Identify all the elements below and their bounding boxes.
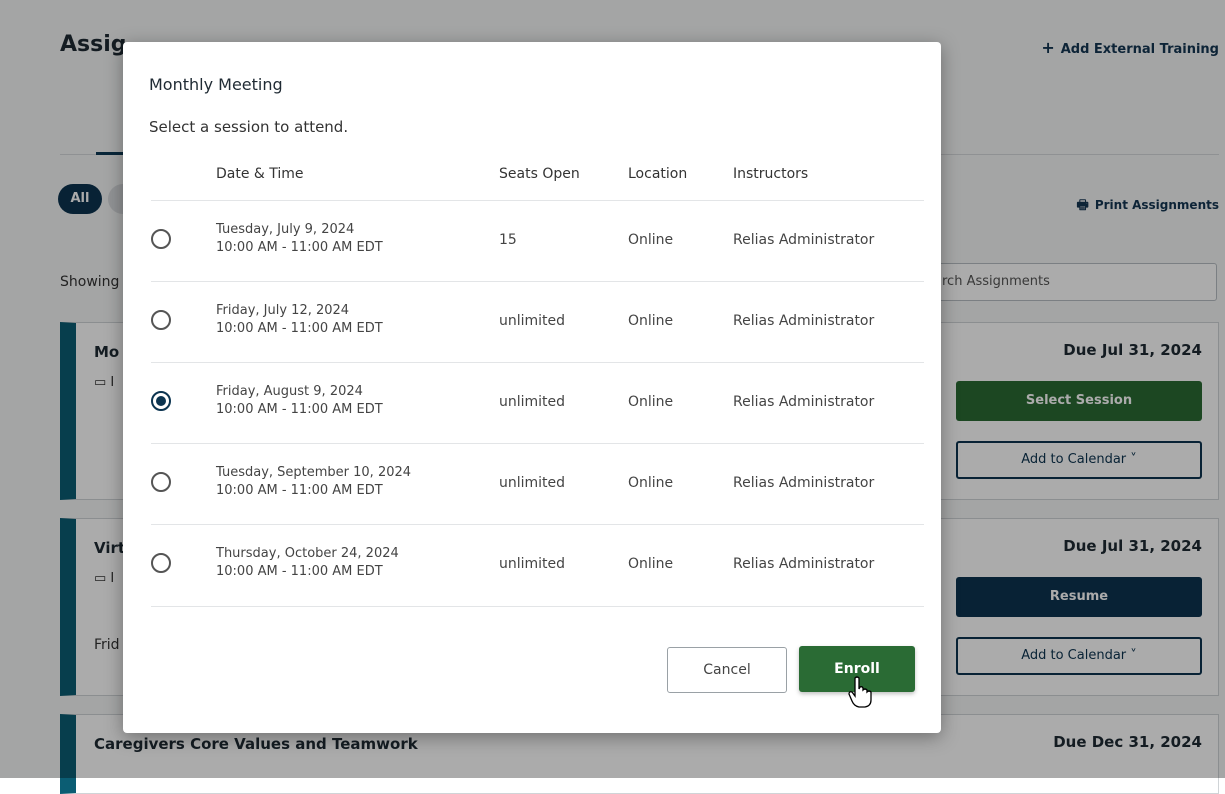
session-seats: unlimited [499,394,566,410]
session-date: Tuesday, July 9, 2024 [216,222,355,237]
session-date-time: Thursday, October 24, 2024 10:00 AM - 11:… [216,545,399,581]
session-radio[interactable] [151,553,171,573]
session-radio-selected[interactable] [151,391,171,411]
column-header-instructors: Instructors [733,166,809,182]
session-row[interactable]: Thursday, October 24, 2024 10:00 AM - 11:… [151,524,924,607]
session-instructor: Relias Administrator [733,313,875,329]
session-seats: unlimited [499,556,566,572]
session-location: Online [628,556,674,572]
session-date: Friday, August 9, 2024 [216,384,363,399]
column-header-date-time: Date & Time [216,166,304,182]
session-location: Online [628,232,674,248]
session-time: 10:00 AM - 11:00 AM EDT [216,240,383,255]
cancel-button[interactable]: Cancel [667,647,787,693]
dialog-subtitle: Select a session to attend. [149,118,349,136]
session-row[interactable]: Friday, July 12, 2024 10:00 AM - 11:00 AM… [151,281,924,363]
session-radio[interactable] [151,229,171,249]
session-seats: unlimited [499,475,566,491]
dialog-title: Monthly Meeting [149,75,283,94]
session-location: Online [628,475,674,491]
session-time: 10:00 AM - 11:00 AM EDT [216,402,383,417]
session-instructor: Relias Administrator [733,475,875,491]
session-radio[interactable] [151,310,171,330]
column-header-seats-open: Seats Open [499,166,580,182]
select-session-dialog: Monthly Meeting Select a session to atte… [123,42,941,733]
session-date-time: Tuesday, July 9, 2024 10:00 AM - 11:00 AM… [216,221,383,257]
session-date-time: Friday, August 9, 2024 10:00 AM - 11:00 A… [216,383,383,419]
session-time: 10:00 AM - 11:00 AM EDT [216,483,383,498]
session-date-time: Tuesday, September 10, 2024 10:00 AM - 11… [216,464,411,500]
session-date-time: Friday, July 12, 2024 10:00 AM - 11:00 AM… [216,302,383,338]
session-seats: 15 [499,232,517,248]
session-time: 10:00 AM - 11:00 AM EDT [216,321,383,336]
session-instructor: Relias Administrator [733,556,875,572]
session-instructor: Relias Administrator [733,232,875,248]
session-location: Online [628,313,674,329]
session-seats: unlimited [499,313,566,329]
session-date: Thursday, October 24, 2024 [216,546,399,561]
hand-pointer-icon [848,676,872,708]
session-row[interactable]: Tuesday, September 10, 2024 10:00 AM - 11… [151,443,924,525]
session-row[interactable]: Friday, August 9, 2024 10:00 AM - 11:00 A… [151,362,924,444]
session-row[interactable]: Tuesday, July 9, 2024 10:00 AM - 11:00 AM… [151,200,924,282]
session-instructor: Relias Administrator [733,394,875,410]
session-date: Tuesday, September 10, 2024 [216,465,412,480]
column-header-location: Location [628,166,688,182]
session-time: 10:00 AM - 11:00 AM EDT [216,564,383,579]
session-date: Friday, July 12, 2024 [216,303,350,318]
session-location: Online [628,394,674,410]
session-radio[interactable] [151,472,171,492]
